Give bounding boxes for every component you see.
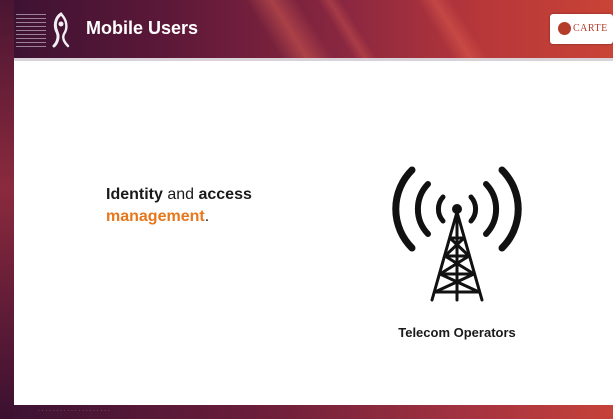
emblem-figure-icon: [52, 12, 70, 48]
government-emblem-icon: [16, 10, 74, 50]
logo-text: CARTE: [573, 23, 608, 34]
headline-word-and: and: [162, 186, 199, 203]
company-logo: CARTE: [550, 14, 613, 44]
footer-text-decoration: · · · · · · · · · · · · · · · · · · · ·: [38, 408, 110, 414]
footer-bar: · · · · · · · · · · · · · · · · · · · ·: [14, 405, 613, 419]
headline-period: .: [204, 208, 210, 225]
headline-word-access: access: [198, 186, 252, 203]
page-title: Mobile Users: [86, 18, 199, 38]
headline-word-management: management: [106, 208, 205, 225]
logo-mark-icon: [558, 22, 571, 35]
headline-word-identity: Identity: [106, 186, 163, 203]
tower-caption: Telecom Operators: [398, 325, 516, 340]
slide: Mobile Users CARTE Identity and access m…: [0, 0, 613, 419]
identity-access-headline: Identity and access management.: [106, 184, 252, 228]
emblem-text-block: [16, 14, 46, 48]
telecom-tower-icon: [392, 166, 522, 302]
left-accent-strip: [0, 0, 14, 419]
slide-content-area: [14, 61, 613, 405]
header-light-streak: [409, 0, 509, 58]
